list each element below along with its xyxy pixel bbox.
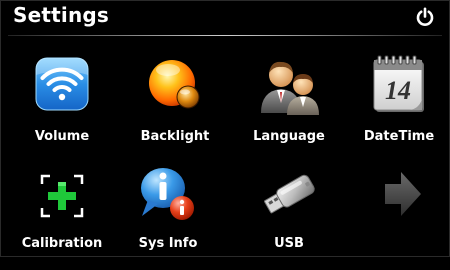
calendar-icon: 14 — [373, 55, 424, 112]
tile-label: USB — [274, 236, 304, 251]
header-divider — [8, 35, 442, 36]
info-bubble-icon — [141, 168, 194, 220]
calendar-day: 14 — [385, 76, 411, 105]
usb-drive-icon — [264, 174, 315, 214]
tile-language[interactable]: Language — [235, 53, 343, 163]
tile-label: Volume — [34, 129, 90, 144]
language-people-icon — [261, 61, 319, 115]
tile-calibration[interactable]: Calibration — [8, 160, 116, 270]
tile-backlight[interactable]: Backlight — [121, 53, 229, 163]
calibration-crosshair-icon — [40, 174, 84, 218]
tile-volume[interactable]: Volume — [8, 53, 116, 163]
next-arrow-icon — [385, 172, 421, 216]
tile-label: DateTime — [363, 129, 435, 144]
tile-label: Backlight — [140, 129, 210, 144]
page-title: Settings — [13, 3, 110, 27]
tile-datetime[interactable]: 14 DateTime — [345, 53, 450, 163]
tile-label: Language — [253, 129, 325, 144]
power-icon[interactable] — [415, 7, 435, 27]
tile-sys-info[interactable]: Sys Info — [114, 160, 222, 270]
tile-usb[interactable]: USB — [235, 160, 343, 270]
tile-label: Calibration — [21, 236, 103, 251]
tile-label: Sys Info — [138, 236, 198, 251]
tile-next-page[interactable] — [345, 160, 450, 270]
backlight-orb-icon — [149, 60, 200, 109]
volume-wifi-icon — [35, 57, 89, 111]
